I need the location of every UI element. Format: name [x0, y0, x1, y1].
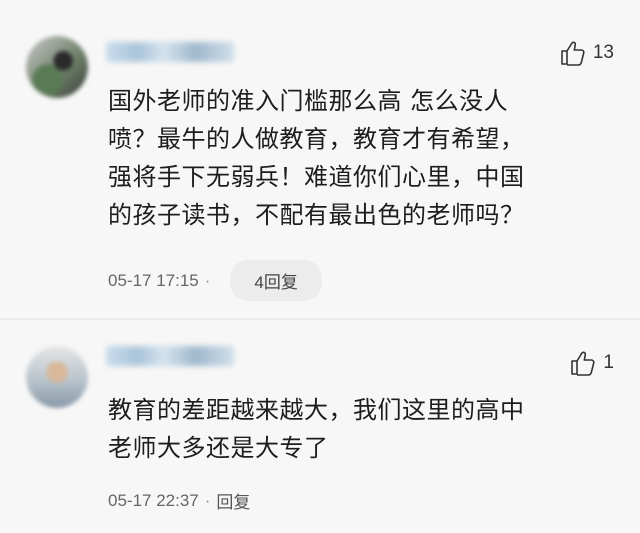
- comment-line: 老师大多还是大专了: [108, 434, 329, 462]
- comment-line: 的孩子读书，不配有最出色的老师吗？: [108, 201, 525, 229]
- comment-line: 强将手下无弱兵！难道你们心里，中国: [108, 163, 525, 191]
- thumbs-up-icon: [561, 41, 585, 66]
- comment-item: 1 教育的差距越来越大，我们这里的高中 老师大多还是大专了 05-17 22:3…: [0, 320, 640, 533]
- timestamp: 05-17 17:15: [108, 270, 199, 290]
- timestamp: 05-17 22:37: [108, 490, 199, 510]
- avatar[interactable]: [26, 36, 88, 98]
- comment-text: 国外老师的准入门槛那么高 怎么没人 喷？最牛的人做教育，教育才有希望， 强将手下…: [108, 82, 608, 234]
- meta-separator: ·: [204, 270, 211, 290]
- avatar[interactable]: [26, 346, 88, 408]
- comment-line: 喷？最牛的人做教育，教育才有希望，: [108, 125, 525, 153]
- like-count: 1: [603, 352, 614, 373]
- reply-button[interactable]: 回复: [216, 488, 250, 513]
- replies-button[interactable]: 4回复: [230, 260, 322, 301]
- username-blurred[interactable]: [106, 346, 234, 366]
- thumbs-up-icon: [571, 351, 596, 376]
- like-count: 13: [592, 42, 614, 63]
- comment-line: 国外老师的准入门槛那么高 怎么没人: [108, 87, 509, 115]
- like-button[interactable]: 13: [559, 38, 614, 68]
- comment-meta: 05-17 22:37 · 回复: [108, 488, 250, 513]
- like-button[interactable]: 1: [569, 348, 614, 378]
- comment-line: 教育的差距越来越大，我们这里的高中: [108, 396, 525, 424]
- comment-item: 13 国外老师的准入门槛那么高 怎么没人 喷？最牛的人做教育，教育才有希望， 强…: [0, 0, 640, 318]
- username-blurred[interactable]: [106, 42, 234, 62]
- comment-text: 教育的差距越来越大，我们这里的高中 老师大多还是大专了: [108, 391, 608, 467]
- meta-separator: ·: [204, 490, 211, 510]
- comment-meta: 05-17 17:15 · 4回复: [108, 260, 322, 301]
